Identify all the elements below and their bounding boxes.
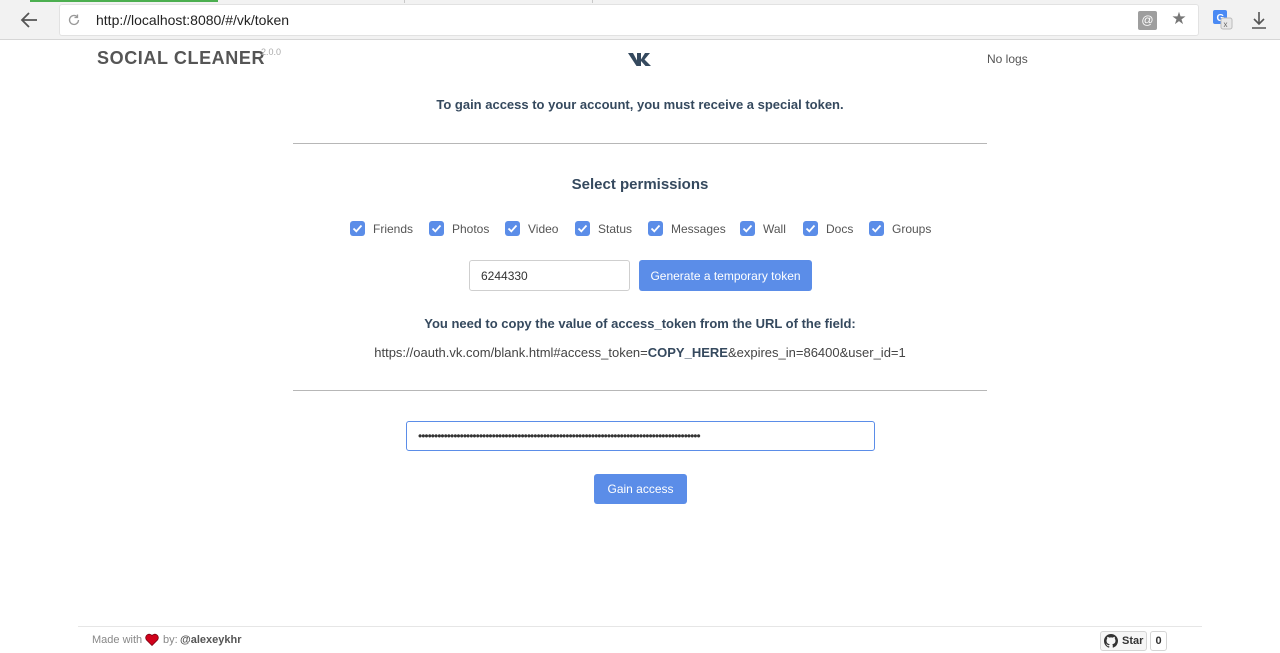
generate-token-button[interactable]: Generate a temporary token [639,260,812,291]
checkbox-checked-icon[interactable] [740,221,755,236]
download-icon[interactable] [1250,10,1268,30]
vk-icon[interactable] [626,50,656,68]
permission-label: Friends [373,222,414,236]
permission-label: Photos [452,222,490,236]
app-version: 2.0.0 [261,47,282,57]
permission-label: Messages [671,222,726,236]
reload-icon[interactable] [66,12,82,28]
divider [293,390,987,391]
tab-strip [0,0,1280,3]
checkbox-checked-icon[interactable] [575,221,590,236]
checkbox-checked-icon[interactable] [869,221,884,236]
svg-text:x: x [1224,20,1228,29]
footer-by: by: [163,634,178,646]
back-arrow-icon[interactable] [18,9,40,31]
heart-icon [145,633,159,647]
token-input[interactable] [406,421,875,451]
tab-separator [404,0,405,3]
active-tab-indicator [30,0,218,2]
extension-icon[interactable]: @ [1138,11,1157,30]
footer-divider [78,626,1202,627]
gain-access-button[interactable]: Gain access [594,474,687,504]
permission-label: Status [598,222,633,236]
google-translate-icon[interactable]: Gx [1213,10,1233,30]
url-example: https://oauth.vk.com/blank.html#access_t… [0,345,1280,360]
permission-label: Video [528,222,559,236]
intro-text: To gain access to your account, you must… [436,97,844,112]
github-star-count[interactable]: 0 [1150,631,1167,651]
logs-link[interactable]: No logs [987,52,1028,66]
footer-made-with: Made with [92,634,143,646]
github-star-label[interactable]: Star [1122,635,1143,647]
tab-separator [592,0,593,3]
copy-hint: You need to copy the value of access_tok… [424,316,856,331]
permission-label: Wall [763,222,786,236]
address-bar-url[interactable]: http://localhost:8080/#/vk/token [96,12,289,28]
checkbox-checked-icon[interactable] [505,221,520,236]
github-icon[interactable] [1104,634,1118,648]
url-example-suffix: &expires_in=86400&user_id=1 [727,345,906,360]
checkbox-checked-icon[interactable] [429,221,444,236]
author-link[interactable]: @alexeykhr [180,634,242,646]
permission-label: Docs [826,222,854,236]
permissions-title: Select permissions [571,176,709,193]
url-example-prefix: https://oauth.vk.com/blank.html#access_t… [374,345,648,360]
app-title: SOCIAL CLEANER [97,48,266,68]
divider [293,143,987,144]
checkbox-checked-icon[interactable] [803,221,818,236]
url-example-highlight: COPY_HERE [647,345,728,360]
permission-label: Groups [892,222,932,236]
checkbox-checked-icon[interactable] [648,221,663,236]
app-id-input[interactable] [469,260,630,291]
bookmark-star-icon[interactable]: ★ [1170,10,1188,28]
checkbox-checked-icon[interactable] [350,221,365,236]
